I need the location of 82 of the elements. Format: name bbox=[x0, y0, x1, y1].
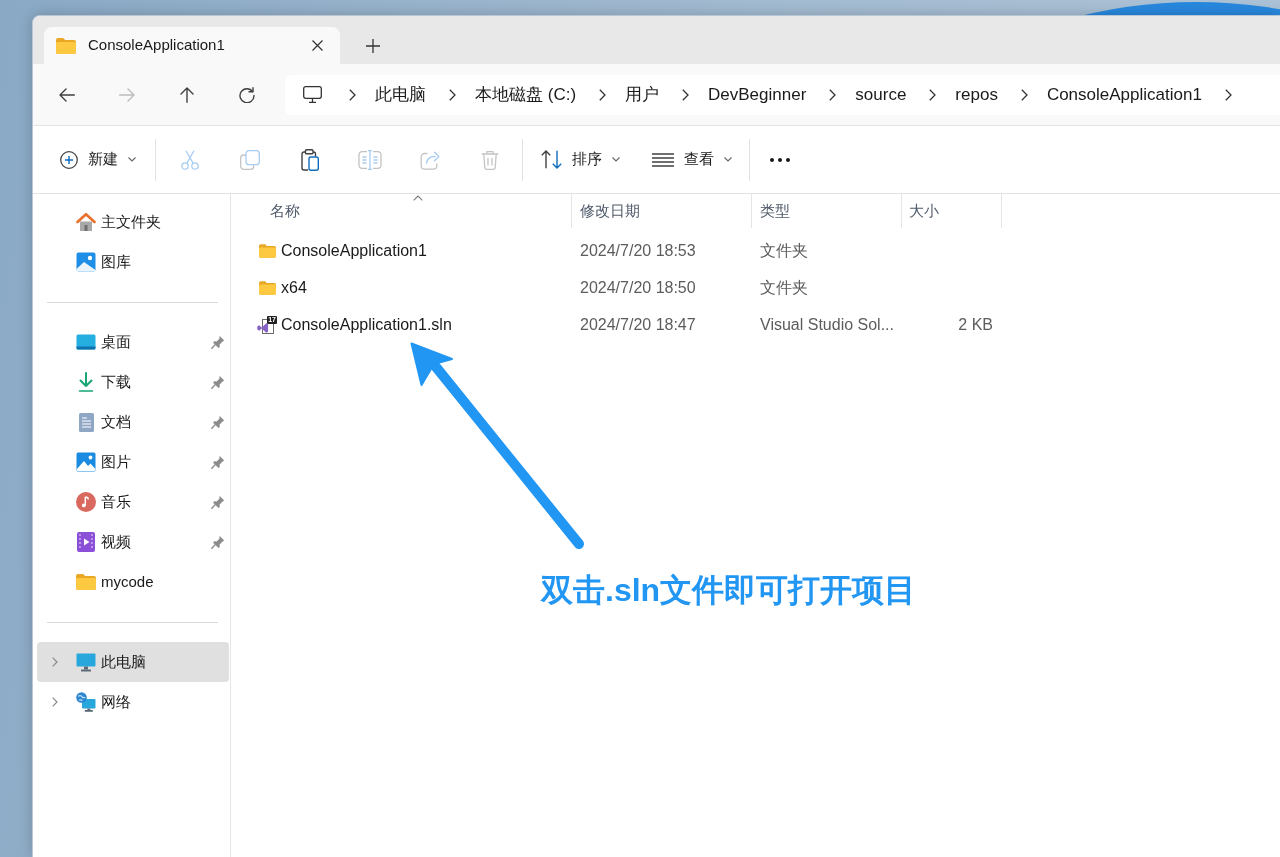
sidebar-item[interactable]: 网络 bbox=[37, 682, 229, 722]
monitor-icon[interactable] bbox=[303, 86, 322, 103]
file-size: 2 KB bbox=[958, 314, 993, 335]
home-icon bbox=[76, 212, 96, 232]
pin-icon[interactable] bbox=[211, 375, 225, 389]
sidebar-item[interactable]: 音乐 bbox=[37, 482, 229, 522]
tab[interactable]: ConsoleApplication1 bbox=[44, 27, 340, 64]
folder-icon bbox=[258, 280, 276, 295]
close-icon[interactable] bbox=[311, 40, 323, 51]
chevron-right-icon[interactable] bbox=[829, 88, 837, 101]
list-lines-icon[interactable] bbox=[652, 152, 674, 167]
desktop-screen-icon bbox=[76, 334, 96, 350]
monitor-icon bbox=[76, 652, 96, 672]
globe-monitor-icon bbox=[76, 692, 96, 712]
chevron-right-icon[interactable] bbox=[1020, 88, 1028, 101]
file-name: ConsoleApplication1 bbox=[281, 240, 427, 261]
sidebar-item[interactable]: 此电脑 bbox=[37, 642, 229, 682]
caret-down-icon[interactable] bbox=[724, 157, 732, 162]
column-header[interactable]: 类型 bbox=[752, 194, 902, 228]
annotation-text: 双击.sln文件即可打开项目 bbox=[541, 571, 917, 610]
file-type: 文件夹 bbox=[760, 277, 808, 298]
column-header[interactable]: 大小 bbox=[902, 194, 1002, 228]
pin-icon[interactable] bbox=[211, 495, 225, 509]
arrow-up-icon[interactable] bbox=[180, 86, 194, 103]
music-note-icon bbox=[76, 492, 96, 512]
sidebar-item[interactable]: 图片 bbox=[37, 442, 229, 482]
chevron-right-icon[interactable] bbox=[1224, 88, 1232, 101]
sidebar-item[interactable]: mycode bbox=[37, 562, 229, 602]
folder-icon bbox=[56, 37, 76, 54]
play-video-icon bbox=[77, 532, 95, 552]
column-header[interactable]: 修改日期 bbox=[572, 194, 752, 228]
modified-date: 2024/7/20 18:47 bbox=[580, 314, 696, 335]
breadcrumb-item[interactable]: 本地磁盘 (C:) bbox=[475, 81, 577, 108]
arrow-left-icon[interactable] bbox=[59, 87, 75, 102]
pin-icon[interactable] bbox=[211, 415, 225, 429]
sidebar-item[interactable]: 桌面 bbox=[37, 322, 229, 362]
file-name: x64 bbox=[281, 277, 307, 298]
chevron-right-icon[interactable] bbox=[599, 88, 607, 101]
clipboard-icon[interactable] bbox=[301, 148, 319, 171]
modified-date: 2024/7/20 18:53 bbox=[580, 240, 696, 261]
plus-circle-icon[interactable] bbox=[60, 150, 78, 169]
document-icon bbox=[78, 412, 94, 432]
file-type: 文件夹 bbox=[760, 240, 808, 261]
pin-icon[interactable] bbox=[211, 455, 225, 469]
chevron-right-icon[interactable] bbox=[349, 88, 356, 101]
sidebar-item[interactable]: 文档 bbox=[37, 402, 229, 442]
chevron-right-icon[interactable] bbox=[682, 88, 690, 101]
refresh-icon[interactable] bbox=[239, 86, 255, 103]
landscape-image-icon bbox=[76, 252, 96, 272]
picture-icon bbox=[76, 452, 96, 472]
sidebar-item[interactable]: 主文件夹 bbox=[37, 202, 229, 242]
pin-icon[interactable] bbox=[211, 535, 225, 549]
breadcrumb-item[interactable]: 此电脑 bbox=[375, 81, 426, 108]
more-icon[interactable] bbox=[770, 157, 790, 162]
sidebar-item[interactable]: 视频 bbox=[37, 522, 229, 562]
sort-button[interactable]: 排序 bbox=[531, 139, 630, 180]
view-button[interactable]: 查看 bbox=[642, 139, 742, 180]
new-button[interactable]: 新建 bbox=[50, 139, 146, 180]
breadcrumb-item[interactable]: 用户 bbox=[625, 81, 660, 108]
breadcrumb-item[interactable]: DevBeginner bbox=[708, 81, 807, 108]
chevron-right-icon[interactable] bbox=[929, 88, 937, 101]
file-row[interactable]: ConsoleApplication1 2024/7/20 18:53 文件夹 bbox=[249, 232, 1002, 269]
folder-icon bbox=[76, 574, 96, 590]
plus-icon[interactable] bbox=[366, 39, 380, 53]
modified-date: 2024/7/20 18:50 bbox=[580, 277, 696, 298]
pin-icon[interactable] bbox=[211, 335, 225, 349]
caret-down-icon[interactable] bbox=[128, 157, 136, 162]
file-type: Visual Studio Sol... bbox=[760, 314, 894, 335]
down-arrow-icon bbox=[78, 372, 94, 392]
file-row[interactable]: x64 2024/7/20 18:50 文件夹 bbox=[249, 269, 1002, 306]
breadcrumb-item[interactable]: source bbox=[855, 81, 907, 108]
column-header[interactable]: 名称 bbox=[249, 194, 572, 228]
sidebar-item[interactable]: 下载 bbox=[37, 362, 229, 402]
sort-arrows-icon[interactable] bbox=[541, 150, 562, 169]
caret-down-icon[interactable] bbox=[612, 157, 620, 162]
sidebar-item[interactable]: 图库 bbox=[37, 242, 229, 282]
breadcrumb-item[interactable]: repos bbox=[955, 81, 998, 108]
file-name: ConsoleApplication1.sln bbox=[281, 314, 452, 335]
folder-icon bbox=[258, 243, 276, 258]
breadcrumb-item[interactable]: ConsoleApplication1 bbox=[1046, 81, 1202, 108]
caret-up-icon[interactable] bbox=[413, 195, 423, 201]
chevron-right-icon[interactable] bbox=[449, 88, 456, 101]
